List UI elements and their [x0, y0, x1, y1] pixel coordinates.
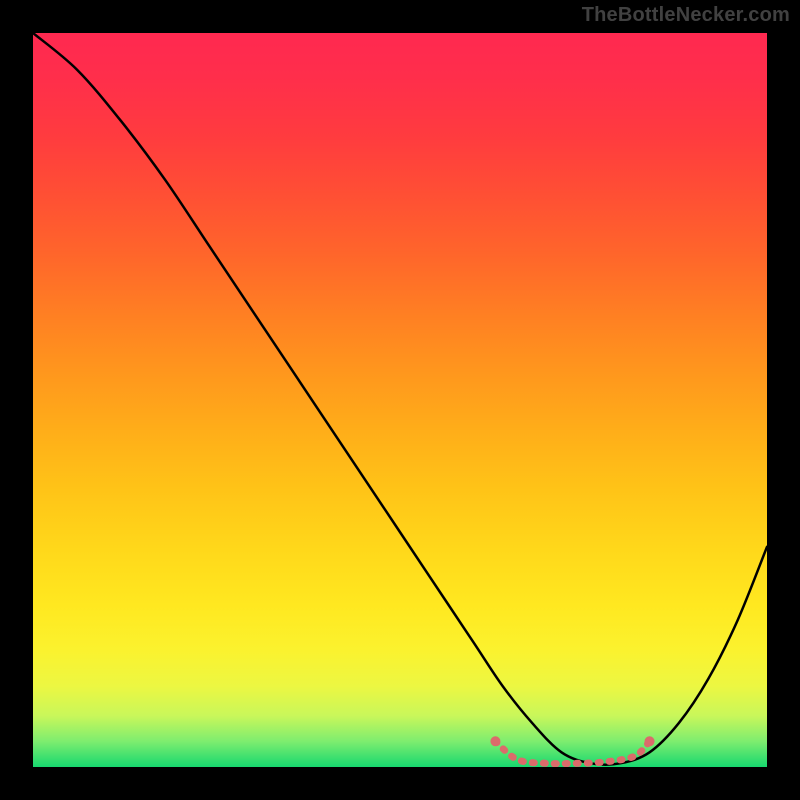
optimal-band-endpoint [645, 736, 655, 746]
plot-area [33, 33, 767, 767]
watermark-text: TheBottleNecker.com [582, 4, 790, 27]
gradient-background [33, 33, 767, 767]
chart-container: TheBottleNecker.com [0, 0, 800, 800]
chart-svg [33, 33, 767, 767]
optimal-band-endpoint [490, 736, 500, 746]
